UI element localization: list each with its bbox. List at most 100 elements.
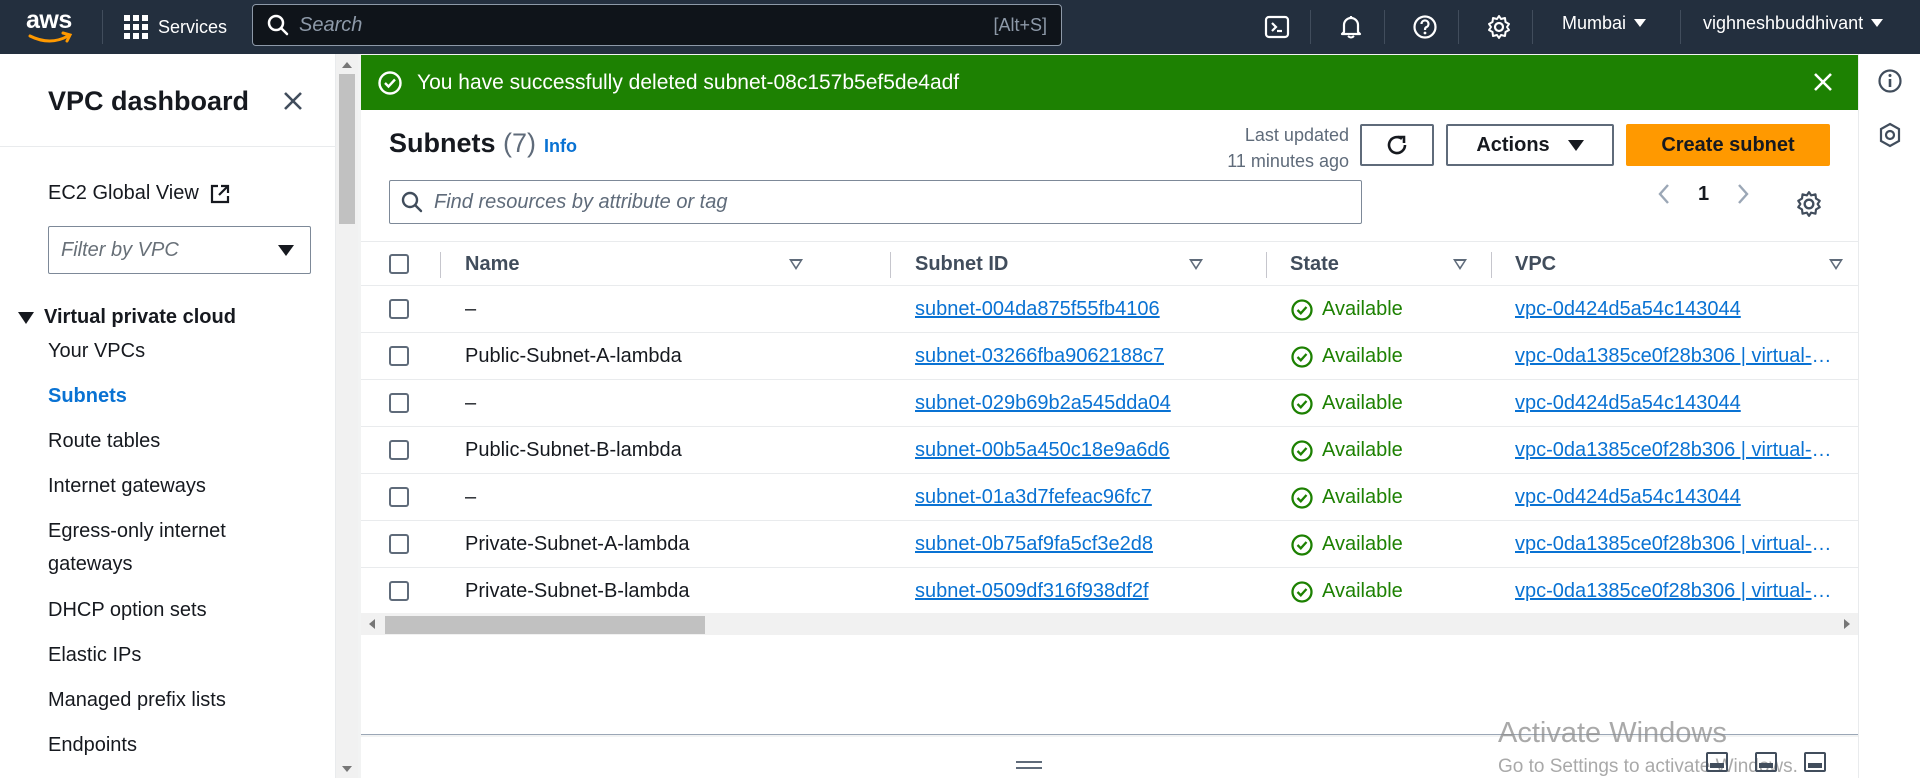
select-all-checkbox[interactable] <box>389 254 409 274</box>
scrollbar-thumb[interactable] <box>385 616 705 634</box>
column-header-subnet-id[interactable]: Subnet ID <box>915 242 1225 287</box>
flash-message: You have successfully deleted subnet-08c… <box>417 70 960 94</box>
table-row[interactable]: Private-Subnet-B-lambda subnet-0509df316f… <box>361 568 1858 615</box>
vpc-link[interactable]: vpc-0d424d5a54c143044 <box>1515 380 1838 427</box>
sort-icon[interactable] <box>1829 259 1843 270</box>
page-number[interactable]: 1 <box>1698 183 1709 206</box>
subnet-id-link[interactable]: subnet-01a3d7fefeac96fc7 <box>915 474 1152 521</box>
chevron-left-icon[interactable] <box>1656 182 1672 206</box>
ec2-global-view-link[interactable]: EC2 Global View <box>48 182 231 205</box>
vpc-link[interactable]: vpc-0da1385ce0f28b306 | virtual-private-… <box>1515 568 1838 615</box>
table-row[interactable]: Public-Subnet-B-lambda subnet-00b5a450c18… <box>361 427 1858 474</box>
row-checkbox[interactable] <box>389 581 409 601</box>
create-subnet-button[interactable]: Create subnet <box>1626 124 1830 166</box>
sidebar-item-subnets[interactable]: Subnets <box>48 380 308 413</box>
refresh-button[interactable] <box>1360 124 1434 166</box>
sort-icon[interactable] <box>789 259 803 270</box>
watermark-title: Activate Windows <box>1498 717 1727 749</box>
sidebar-item-route-tables[interactable]: Route tables <box>48 425 308 458</box>
sidebar-item-dhcp-option-sets[interactable]: DHCP option sets <box>48 594 308 627</box>
sidebar-item-egress-only-internet-gateways[interactable]: Egress-only internet gateways <box>48 515 288 581</box>
vpc-link[interactable]: vpc-0da1385ce0f28b306 | virtual-private-… <box>1515 427 1838 474</box>
subnet-id-link[interactable]: subnet-0b75af9fa5cf3e2d8 <box>915 521 1153 568</box>
nav-divider <box>1458 10 1459 44</box>
settings-gear-icon[interactable] <box>1480 8 1518 46</box>
subnets-table: Name Subnet ID State VPC – subnet-004da87… <box>361 241 1858 615</box>
row-checkbox[interactable] <box>389 440 409 460</box>
scroll-right-arrow-icon[interactable] <box>1844 619 1850 629</box>
subnet-id-link[interactable]: subnet-00b5a450c18e9a6d6 <box>915 427 1170 474</box>
sort-icon[interactable] <box>1453 259 1467 270</box>
column-separator[interactable] <box>890 252 891 278</box>
caret-down-icon <box>18 311 34 324</box>
subnets-table-container: Subnets (7) Info Last updated 11 minutes… <box>361 110 1858 735</box>
row-checkbox[interactable] <box>389 299 409 319</box>
close-icon[interactable] <box>1810 69 1836 95</box>
region-selector[interactable]: Mumbai <box>1562 0 1647 46</box>
page-title: Subnets (7) <box>389 128 536 159</box>
state-label: Available <box>1322 533 1403 555</box>
scroll-left-arrow-icon[interactable] <box>369 619 375 629</box>
resource-filter-input[interactable]: Find resources by attribute or tag <box>389 180 1362 224</box>
state-label: Available <box>1322 298 1403 320</box>
scrollbar-thumb[interactable] <box>339 74 355 224</box>
table-row[interactable]: Private-Subnet-A-lambda subnet-0b75af9fa5… <box>361 521 1858 568</box>
account-menu[interactable]: vighneshbuddhivant <box>1703 0 1884 46</box>
column-separator[interactable] <box>1491 252 1492 278</box>
info-icon[interactable] <box>1877 68 1903 94</box>
subnet-id-link[interactable]: subnet-03266fba9062188c7 <box>915 333 1164 380</box>
sidebar-title[interactable]: VPC dashboard <box>48 86 249 117</box>
nav-divider <box>1384 10 1385 44</box>
services-grid-icon <box>124 15 148 39</box>
vpc-link[interactable]: vpc-0d424d5a54c143044 <box>1515 474 1838 521</box>
sidebar-section-virtual-private-cloud[interactable]: Virtual private cloud <box>18 306 236 329</box>
actions-button[interactable]: Actions <box>1446 124 1614 166</box>
sort-icon[interactable] <box>1189 259 1203 270</box>
services-menu-button[interactable]: Services <box>124 0 227 54</box>
vpc-link[interactable]: vpc-0da1385ce0f28b306 | virtual-private-… <box>1515 521 1838 568</box>
global-search-input[interactable]: Search [Alt+S] <box>252 4 1062 46</box>
row-checkbox[interactable] <box>389 346 409 366</box>
table-row[interactable]: – subnet-004da875f55fb4106 Available vpc-0d… <box>361 286 1858 333</box>
help-icon[interactable] <box>1406 8 1444 46</box>
aws-logo[interactable]: aws <box>26 6 76 46</box>
subnet-state: Available <box>1290 474 1403 521</box>
vpc-link[interactable]: vpc-0da1385ce0f28b306 | virtual-private-… <box>1515 333 1838 380</box>
sidebar-item-endpoints[interactable]: Endpoints <box>48 729 308 762</box>
table-preferences-gear-icon[interactable] <box>1795 190 1823 223</box>
table-row[interactable]: – subnet-029b69b2a545dda04 Available vpc-0d… <box>361 380 1858 427</box>
sidebar-item-your-vpcs[interactable]: Your VPCs <box>48 335 308 368</box>
split-panel-maximize-icon[interactable] <box>1804 752 1826 772</box>
subnet-id-link[interactable]: subnet-029b69b2a545dda04 <box>915 380 1171 427</box>
scroll-down-arrow-icon[interactable] <box>342 766 352 772</box>
row-checkbox[interactable] <box>389 393 409 413</box>
sidebar-scrollbar[interactable] <box>336 54 358 778</box>
split-panel-side-icon[interactable] <box>1755 752 1777 772</box>
row-checkbox[interactable] <box>389 487 409 507</box>
column-header-name[interactable]: Name <box>465 242 805 287</box>
feedback-icon[interactable] <box>1877 122 1903 148</box>
cloudshell-icon[interactable] <box>1258 8 1296 46</box>
row-checkbox[interactable] <box>389 534 409 554</box>
sidebar-item-internet-gateways[interactable]: Internet gateways <box>48 470 308 503</box>
split-panel-bottom-icon[interactable] <box>1706 752 1728 772</box>
subnet-id-link[interactable]: subnet-004da875f55fb4106 <box>915 286 1160 333</box>
split-panel-drag-handle[interactable] <box>1016 761 1042 769</box>
sidebar-section-label: Virtual private cloud <box>44 306 236 328</box>
subnet-id-link[interactable]: subnet-0509df316f938df2f <box>915 568 1149 615</box>
horizontal-scrollbar[interactable] <box>361 613 1858 635</box>
column-header-vpc[interactable]: VPC <box>1515 242 1855 287</box>
sidebar-item-elastic-ips[interactable]: Elastic IPs <box>48 639 308 672</box>
vpc-filter-select[interactable]: Filter by VPC <box>48 226 311 274</box>
notifications-bell-icon[interactable] <box>1332 8 1370 46</box>
table-row[interactable]: – subnet-01a3d7fefeac96fc7 Available vpc-0d… <box>361 474 1858 521</box>
table-row[interactable]: Public-Subnet-A-lambda subnet-03266fba906… <box>361 333 1858 380</box>
chevron-right-icon[interactable] <box>1735 182 1751 206</box>
vpc-link[interactable]: vpc-0d424d5a54c143044 <box>1515 286 1838 333</box>
close-icon[interactable] <box>278 86 308 116</box>
sidebar-item-managed-prefix-lists[interactable]: Managed prefix lists <box>48 684 308 717</box>
scroll-up-arrow-icon[interactable] <box>342 62 352 68</box>
info-link[interactable]: Info <box>544 136 577 157</box>
column-header-state[interactable]: State <box>1290 242 1470 287</box>
column-separator[interactable] <box>1266 252 1267 278</box>
